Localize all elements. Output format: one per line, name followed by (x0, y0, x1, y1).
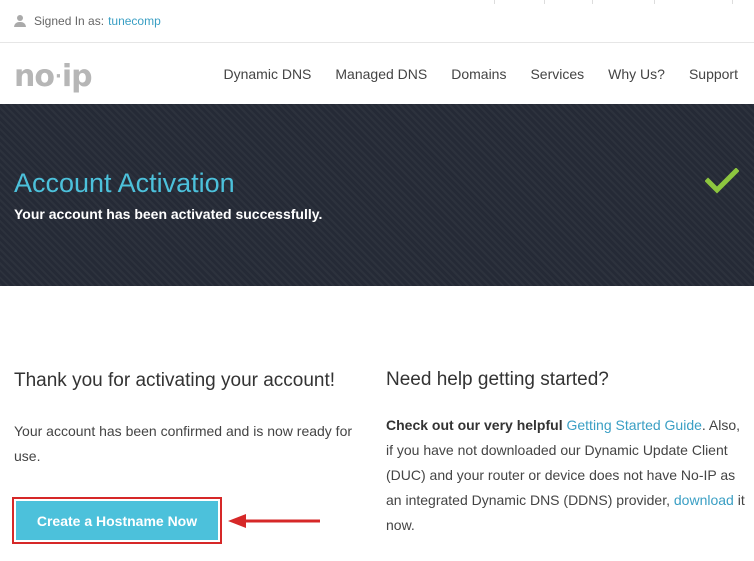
signed-in-info: Signed In as: tunecomp (14, 14, 161, 28)
nav-services[interactable]: Services (530, 66, 584, 82)
user-icon (14, 15, 26, 27)
username-link[interactable]: tunecomp (108, 14, 161, 28)
thank-you-heading: Thank you for activating your account! (14, 370, 336, 391)
nav-support[interactable]: Support (689, 66, 738, 82)
nav-why-us[interactable]: Why Us? (608, 66, 665, 82)
activation-banner: Account Activation Your account has been… (0, 104, 754, 286)
thank-you-section: Thank you for activating your account! Y… (14, 370, 374, 469)
help-heading: Need help getting started? (386, 369, 609, 390)
noip-logo[interactable]: no·ip (14, 59, 93, 94)
top-bar: Signed In as: tunecomp (0, 0, 754, 43)
help-text: Check out our very helpful Getting Start… (386, 413, 746, 538)
nav-domains[interactable]: Domains (451, 66, 506, 82)
activation-message: Your account has been activated successf… (14, 206, 323, 222)
help-intro: Check out our very helpful (386, 417, 563, 433)
main-nav: Dynamic DNS Managed DNS Domains Services… (199, 66, 738, 82)
download-link[interactable]: download (674, 492, 734, 508)
page-title: Account Activation (14, 168, 235, 198)
getting-started-guide-link[interactable]: Getting Started Guide (566, 417, 701, 433)
nav-managed-dns[interactable]: Managed DNS (335, 66, 427, 82)
nav-dynamic-dns[interactable]: Dynamic DNS (223, 66, 311, 82)
create-hostname-button[interactable]: Create a Hostname Now (16, 501, 218, 540)
site-header: no·ip Dynamic DNS Managed DNS Domains Se… (0, 44, 754, 104)
highlight-box: Create a Hostname Now (12, 497, 222, 544)
help-intro-period: . (701, 417, 706, 433)
check-icon (705, 168, 739, 194)
confirmation-text: Your account has been confirmed and is n… (14, 423, 353, 464)
red-arrow-icon (228, 514, 320, 528)
help-section: Need help getting started? Check out our… (386, 369, 746, 538)
top-divider-marks (494, 0, 754, 4)
signed-in-label: Signed In as: (34, 14, 105, 28)
